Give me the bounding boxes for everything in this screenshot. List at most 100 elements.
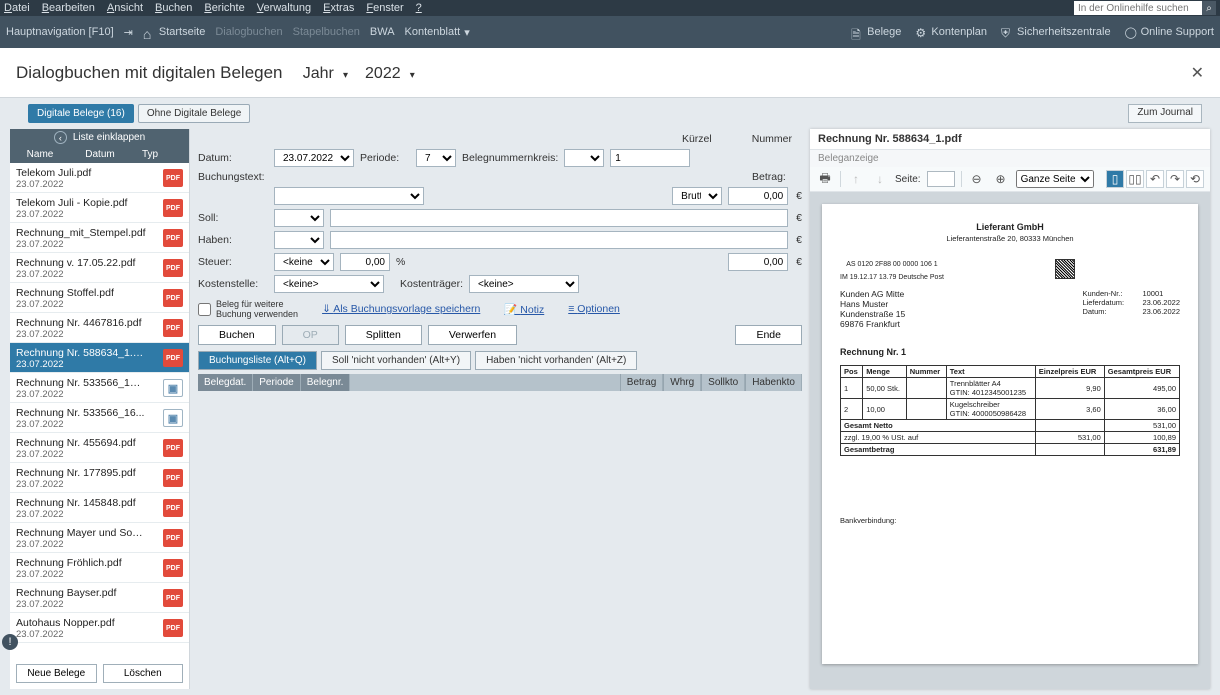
help-search-input[interactable] — [1074, 1, 1202, 15]
doc-row[interactable]: Autohaus Nopper.pdf23.07.2022PDF — [10, 613, 189, 643]
op-button[interactable]: OP — [282, 325, 339, 345]
doc-row[interactable]: Rechnung Nr. 4467816.pdf23.07.2022PDF — [10, 313, 189, 343]
sicherheit-link[interactable]: Sicherheitszentrale — [1001, 26, 1111, 38]
menu-bearbeiten[interactable]: Bearbeiten — [42, 2, 95, 14]
neue-belege-button[interactable]: Neue Belege — [16, 664, 97, 683]
year-dd2[interactable]: ▾ — [410, 70, 415, 81]
view-single-icon[interactable]: ▯ — [1106, 170, 1124, 188]
brutto-select[interactable]: Brutto — [672, 187, 722, 205]
alert-icon[interactable]: ! — [2, 634, 18, 650]
buchungstext-select[interactable] — [274, 187, 424, 205]
hauptnav-button[interactable]: Hauptnavigation [F10] — [6, 26, 114, 38]
steuer-amt-input[interactable] — [728, 253, 788, 271]
doc-row[interactable]: Rechnung Nr. 177895.pdf23.07.2022PDF — [10, 463, 189, 493]
buchungsliste-tab[interactable]: Buchungsliste (Alt+Q) — [198, 351, 317, 370]
menu-berichte[interactable]: Berichte — [204, 2, 244, 14]
kostenstelle-select[interactable]: <keine> — [274, 275, 384, 293]
datum-input[interactable]: 23.07.2022 — [274, 149, 354, 167]
betrag-label: Betrag: — [752, 171, 802, 183]
zum-journal-button[interactable]: Zum Journal — [1128, 104, 1202, 123]
doc-row[interactable]: Rechnung Nr. 145848.pdf23.07.2022PDF — [10, 493, 189, 523]
kontenplan-link[interactable]: Kontenplan — [915, 26, 987, 38]
doc-row[interactable]: Rechnung Fröhlich.pdf23.07.2022PDF — [10, 553, 189, 583]
loeschen-button[interactable]: Löschen — [103, 664, 184, 683]
menu-fenster[interactable]: Fenster — [366, 2, 403, 14]
rotate-left-icon[interactable]: ↶ — [1146, 170, 1164, 188]
menu-ansicht[interactable]: Ansicht — [107, 2, 143, 14]
optionen-link[interactable]: ≡ Optionen — [568, 303, 620, 315]
startseite-link[interactable]: Startseite — [143, 26, 205, 38]
doc-row[interactable]: Rechnung Nr. 533566_18.j..23.07.2022 — [10, 373, 189, 403]
booking-form: Kürzel Nummer Datum: 23.07.2022 Periode:… — [190, 123, 810, 695]
steuer-select[interactable]: <keine> — [274, 253, 334, 271]
zoom-in-icon[interactable]: ⊕ — [992, 170, 1010, 188]
help-search: ⌕ — [1074, 1, 1216, 15]
doc-row[interactable]: Telekom Juli.pdf23.07.2022PDF — [10, 163, 189, 193]
ende-button[interactable]: Ende — [735, 325, 802, 345]
doc-row[interactable]: Rechnung v. 17.05.22.pdf23.07.2022PDF — [10, 253, 189, 283]
kostentraeger-select[interactable]: <keine> — [469, 275, 579, 293]
soll-nv-tab[interactable]: Soll 'nicht vorhanden' (Alt+Y) — [321, 351, 471, 370]
invoice-table: PosMengeNummerTextEinzelpreis EURGesamtp… — [840, 365, 1180, 456]
doc-row[interactable]: Rechnung Stoffel.pdf23.07.2022PDF — [10, 283, 189, 313]
menu-datei[interactable]: Datei — [4, 2, 30, 14]
doc-row[interactable]: Rechnung_mit_Stempel.pdf23.07.2022PDF — [10, 223, 189, 253]
zoom-out-icon[interactable]: ⊖ — [968, 170, 986, 188]
view-cont-icon[interactable]: ▯▯ — [1126, 170, 1144, 188]
belegkreis-label: Belegnummernkreis: — [462, 152, 558, 164]
search-icon[interactable]: ⌕ — [1202, 1, 1216, 15]
tab-ohne-digitale[interactable]: Ohne Digitale Belege — [138, 104, 251, 123]
list-collapse-button[interactable]: ‹ Liste einklappen — [10, 129, 189, 146]
year-dd1[interactable]: ▾ — [343, 70, 348, 81]
pin-icon[interactable]: ⇥ — [124, 26, 133, 39]
tab-digitale-belege[interactable]: Digitale Belege (16) — [28, 104, 134, 123]
rotate-180-icon[interactable]: ⟲ — [1186, 170, 1204, 188]
soll-input[interactable] — [330, 209, 788, 227]
zoom-select[interactable]: Ganze Seite — [1016, 170, 1094, 188]
dialogbuchen-link[interactable]: Dialogbuchen — [215, 26, 282, 38]
print-icon[interactable]: 🖶 — [816, 170, 834, 188]
steuer-pct-input[interactable] — [340, 253, 390, 271]
belege-link[interactable]: Belege — [851, 26, 901, 38]
doc-row[interactable]: Rechnung Bayser.pdf23.07.2022PDF — [10, 583, 189, 613]
page-input[interactable] — [927, 171, 955, 187]
kuerzel-select[interactable] — [564, 149, 604, 167]
menu-?[interactable]: ? — [416, 2, 422, 14]
document-viewport[interactable]: Lieferant GmbH Lieferantenstraße 20, 803… — [810, 192, 1210, 689]
bwa-link[interactable]: BWA — [370, 26, 395, 38]
document-list[interactable]: Telekom Juli.pdf23.07.2022PDFTelekom Jul… — [10, 163, 189, 658]
stapelbuchen-link[interactable]: Stapelbuchen — [293, 26, 360, 38]
reuse-checkbox[interactable] — [198, 303, 211, 316]
support-link[interactable]: Online Support — [1125, 26, 1214, 38]
menu-verwaltung[interactable]: Verwaltung — [257, 2, 311, 14]
betrag-input[interactable] — [728, 187, 788, 205]
doc-row[interactable]: Rechnung Nr. 455694.pdf23.07.2022PDF — [10, 433, 189, 463]
kontenblatt-link[interactable]: Kontenblatt ▾ — [405, 26, 470, 39]
nummer-label: Nummer — [752, 133, 792, 145]
doc-row[interactable]: Rechnung Mayer und Soh...23.07.2022PDF — [10, 523, 189, 553]
buchen-button[interactable]: Buchen — [198, 325, 276, 345]
soll-select[interactable] — [274, 209, 324, 227]
toolbar: Hauptnavigation [F10] ⇥ Startseite Dialo… — [0, 16, 1220, 48]
reuse-checkbox-label[interactable]: Beleg für weitere Buchung verwenden — [198, 299, 298, 319]
nummer-input[interactable] — [610, 149, 690, 167]
shield-icon — [1001, 26, 1013, 38]
doc-row[interactable]: Telekom Juli - Kopie.pdf23.07.2022PDF — [10, 193, 189, 223]
splitten-button[interactable]: Splitten — [345, 325, 422, 345]
year-value: 2022 — [365, 65, 401, 82]
close-icon[interactable]: ✕ — [1191, 63, 1204, 83]
haben-input[interactable] — [330, 231, 788, 249]
rotate-right-icon[interactable]: ↷ — [1166, 170, 1184, 188]
menu-buchen[interactable]: Buchen — [155, 2, 192, 14]
page-down-icon[interactable]: ↓ — [871, 170, 889, 188]
doc-row[interactable]: Rechnung Nr. 588634_1.pdf23.07.2022PDF — [10, 343, 189, 373]
periode-select[interactable]: 7 — [416, 149, 456, 167]
doc-row[interactable]: Rechnung Nr. 533566_16...23.07.2022 — [10, 403, 189, 433]
haben-select[interactable] — [274, 231, 324, 249]
menu-extras[interactable]: Extras — [323, 2, 354, 14]
verwerfen-button[interactable]: Verwerfen — [428, 325, 517, 345]
page-up-icon[interactable]: ↑ — [847, 170, 865, 188]
save-template-link[interactable]: ⇓ Als Buchungsvorlage speichern — [322, 303, 480, 315]
notiz-link[interactable]: 📝 Notiz — [504, 303, 544, 316]
haben-nv-tab[interactable]: Haben 'nicht vorhanden' (Alt+Z) — [475, 351, 637, 370]
